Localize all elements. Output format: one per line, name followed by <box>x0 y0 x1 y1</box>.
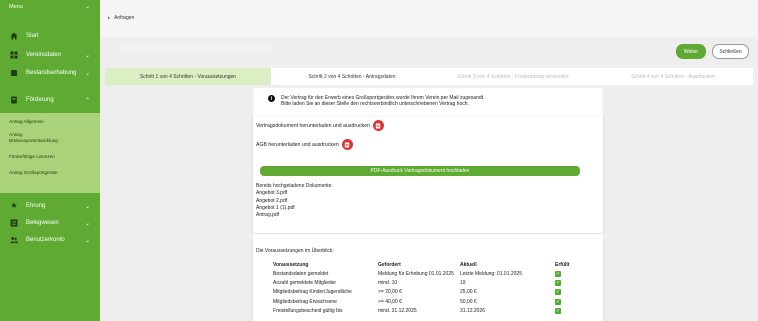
step-indicator: Schritt 1 von 4 Schritten - Voraussetzun… <box>105 68 753 85</box>
uploaded-document[interactable]: Antrag.pdf <box>256 212 333 219</box>
sidebar-item-foerderung[interactable]: Förderung ⌃ <box>0 93 100 107</box>
uploaded-document[interactable]: Angebot 3.pdf <box>256 190 333 197</box>
contract-download-row: Vertragsdokument herunterladen und ausdr… <box>256 120 384 131</box>
sidebar-item-belegwesen[interactable]: Belegwesen ⌄ <box>0 216 100 230</box>
list-icon <box>10 219 18 227</box>
table-cell: Bestandsdaten gemeldet <box>273 270 329 277</box>
main-card: i Der Vertrag für den Erwerb eines Großs… <box>253 88 603 321</box>
table-cell: >= 20,00 € <box>378 289 402 296</box>
agb-download-label: AGB herunterladen und ausdrucken <box>256 141 339 148</box>
weiter-button[interactable]: Weiter <box>676 44 706 59</box>
table-cell: Mitgliedsbeitrag Erwachsene <box>273 298 337 305</box>
column-header: Gefordert <box>378 262 401 268</box>
table-cell: Anzahl gemeldete Mitglieder <box>273 280 337 287</box>
uploaded-document[interactable]: Angebot 1 (1).pdf <box>256 205 333 212</box>
blurred-placeholder <box>122 44 272 52</box>
requirements-table: Voraussetzung Gefordert Aktuell Erfüllt … <box>273 261 585 316</box>
info-line-2: Bitte laden Sie an dieser Stelle den rec… <box>281 101 469 107</box>
sidebar-submenu: Antrag Allgemein Antrag Breitensportentw… <box>0 113 100 193</box>
chevron-up-icon: ⌃ <box>84 97 90 104</box>
submenu-item[interactable]: Antrag Großsportgeräte <box>9 170 58 176</box>
table-cell: mind. 10 <box>378 280 398 287</box>
sidebar-item-ehrung[interactable]: ★ Ehrung ⌄ <box>0 199 100 213</box>
sidebar-item-bestandserhebung[interactable]: Bestandserhebung ⌄ <box>0 66 100 80</box>
submenu-item[interactable]: Förderfähige Lizenzen <box>9 154 55 160</box>
checkmark-icon: ✓ <box>555 280 561 287</box>
info-message: Der Vertrag für den Erwerb eines Großspo… <box>281 95 484 107</box>
contract-download-label: Vertragsdokument herunterladen und ausdr… <box>256 122 370 129</box>
sidebar-item-label: Bestandserhebung <box>26 70 77 76</box>
requirements-panel: Die Voraussetzungen im Überblick: Voraus… <box>253 239 603 321</box>
square-icon <box>10 69 18 77</box>
table-cell: Letzte Meldung: 01.01.2025 <box>460 270 522 277</box>
checkmark-icon: ✓ <box>555 298 561 305</box>
sidebar-item-label: Förderung <box>26 97 54 103</box>
schliessen-button[interactable]: Schließen <box>712 44 749 59</box>
checkmark-icon: ✓ <box>555 270 561 277</box>
table-cell: Meldung für Erhebung 01.01.2025 <box>378 270 454 277</box>
pdf-download-icon[interactable] <box>341 139 353 150</box>
sidebar-item-label: Vereinsdaten <box>26 52 62 58</box>
chevron-down-icon: ⌄ <box>84 237 90 244</box>
caret-right-icon: ▸ <box>108 15 111 20</box>
table-cell: 31.12.2026 <box>460 308 486 315</box>
top-bar: ▸ Anfragen <box>100 0 758 37</box>
table-cell: >= 40,00 € <box>378 298 402 305</box>
table-cell: mind. 31.12.2025 <box>378 308 417 315</box>
table-header-row: Voraussetzung Gefordert Aktuell Erfüllt <box>273 261 585 269</box>
step-3: Schritt 3 von 4 Schritten - Förderantrag… <box>457 73 569 80</box>
checkmark-icon: ✓ <box>555 308 561 315</box>
chevron-down-icon: ⌄ <box>85 3 90 10</box>
chevron-down-icon: ⌄ <box>84 203 90 210</box>
upload-contract-button[interactable]: PDF-Ausdruck Vertragsdokument hochladen <box>260 166 580 176</box>
sidebar-menu-label: Menu <box>9 3 23 10</box>
sidebar-item-start[interactable]: Start <box>0 29 100 43</box>
table-cell: Freistellungsbescheid gültig bis <box>273 308 343 315</box>
table-row: Anzahl gemeldete Mitglieder mind. 10 19 … <box>273 278 585 287</box>
uploaded-documents-title: Bereits hochgeladene Dokumente: <box>256 183 333 189</box>
column-header: Voraussetzung <box>273 262 309 268</box>
table-cell: 19 <box>460 280 466 287</box>
sidebar-item-label: Start <box>26 33 39 39</box>
submenu-item[interactable]: Antrag Allgemein <box>9 119 44 125</box>
table-row: Freistellungsbescheid gültig bis mind. 3… <box>273 307 585 316</box>
table-row: Bestandsdaten gemeldet Meldung für Erheb… <box>273 269 585 278</box>
table-row: Mitgliedsbeitrag Erwachsene >= 40,00 € 5… <box>273 297 585 306</box>
uploaded-document[interactable]: Angebot 2.pdf <box>256 198 333 205</box>
chevron-down-icon: ⌄ <box>84 70 90 77</box>
table-cell: 25,00 € <box>460 289 477 296</box>
grid-icon <box>10 51 18 59</box>
step-2[interactable]: Schritt 2 von 4 Schritten - Antragsdaten <box>271 68 433 85</box>
submenu-item[interactable]: Antrag Breitensportentwicklung <box>9 132 69 143</box>
column-header: Erfüllt <box>555 262 570 268</box>
chevron-down-icon: ⌄ <box>84 220 90 227</box>
documents-panel: Vertragsdokument herunterladen und ausdr… <box>253 117 603 233</box>
star-icon: ★ <box>10 201 18 210</box>
sidebar-menu-header[interactable]: Menu ⌄ <box>0 0 100 13</box>
info-icon: i <box>268 95 275 102</box>
uploaded-documents-list: Bereits hochgeladene Dokumente: Angebot … <box>256 183 333 219</box>
document-icon <box>10 96 18 104</box>
sidebar-item-label: Belegwesen <box>26 220 59 226</box>
table-cell: Mitgliedsbeitrag Kinder/Jugendliche <box>273 289 352 296</box>
sidebar-item-label: Benutzerkonto <box>26 237 65 243</box>
column-header: Aktuell <box>460 262 477 268</box>
table-row: Mitgliedsbeitrag Kinder/Jugendliche >= 2… <box>273 288 585 297</box>
checkmark-icon: ✓ <box>555 289 561 296</box>
chevron-down-icon: ⌄ <box>84 52 90 59</box>
breadcrumb: ▸ Anfragen <box>108 15 134 21</box>
step-4: Schritt 4 von 4 Schritten - Ausdrucken <box>631 73 715 80</box>
sidebar-item-vereinsdaten[interactable]: Vereinsdaten ⌄ <box>0 48 100 62</box>
sidebar: Menu ⌄ Start Vereinsdaten ⌄ Bestandserhe… <box>0 0 100 321</box>
pdf-download-icon[interactable] <box>372 120 384 131</box>
users-icon <box>10 236 18 244</box>
table-cell: 50,00 € <box>460 298 477 305</box>
sidebar-item-label: Ehrung <box>26 203 46 209</box>
requirements-title: Die Voraussetzungen im Überblick: <box>256 248 334 254</box>
sidebar-item-benutzerkonto[interactable]: Benutzerkonto ⌄ <box>0 233 100 247</box>
agb-download-row: AGB herunterladen und ausdrucken <box>256 139 353 150</box>
step-1[interactable]: Schritt 1 von 4 Schritten - Voraussetzun… <box>105 68 271 85</box>
breadcrumb-item[interactable]: Anfragen <box>114 15 134 21</box>
home-icon <box>10 32 18 40</box>
